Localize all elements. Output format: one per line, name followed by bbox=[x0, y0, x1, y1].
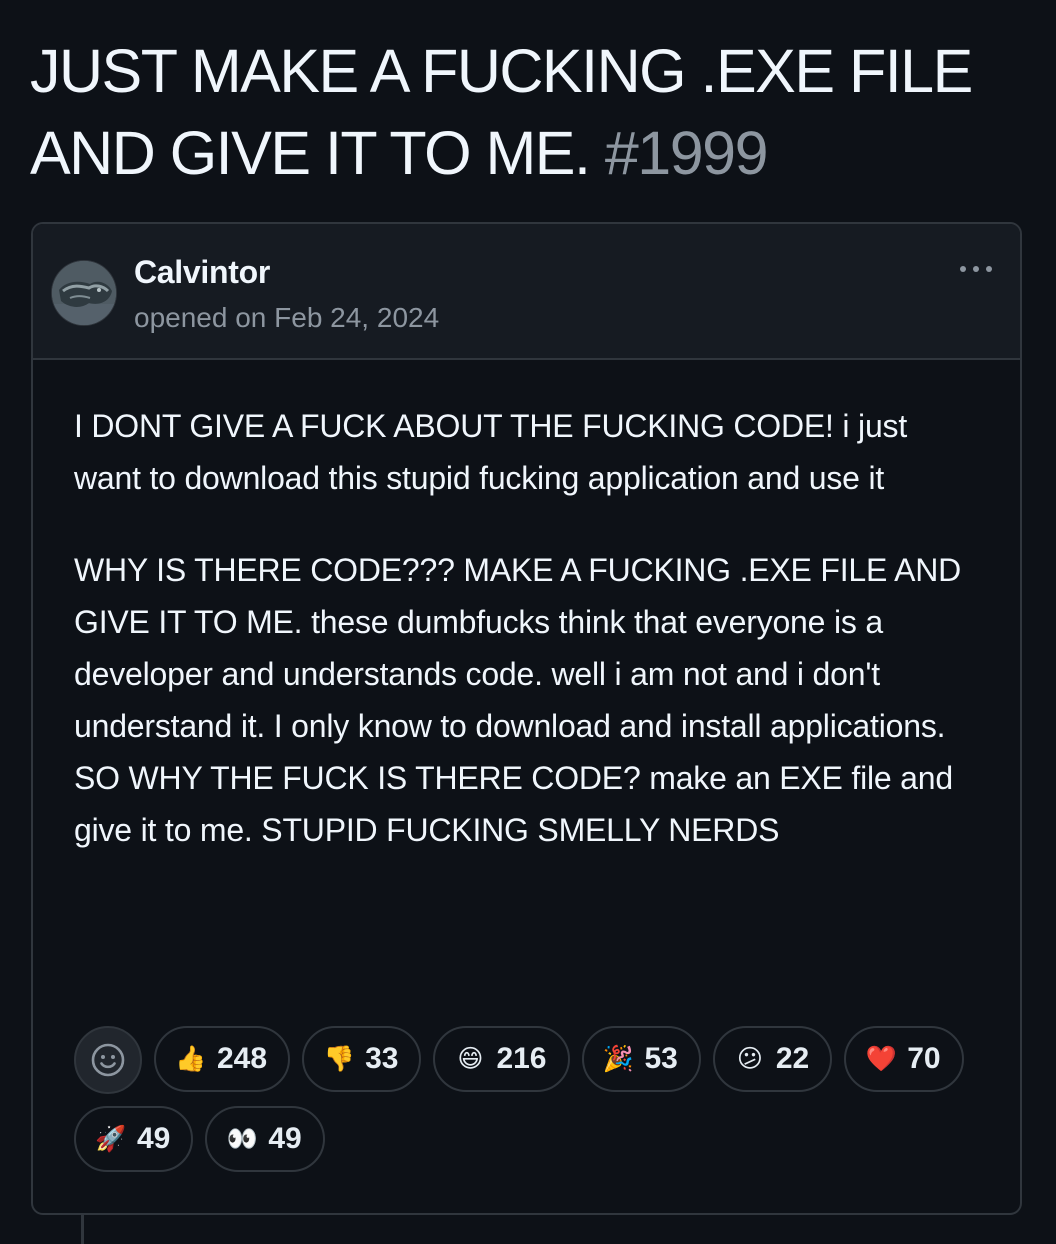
reaction-count: 70 bbox=[907, 1042, 941, 1075]
author-avatar[interactable] bbox=[52, 261, 116, 325]
comment-header: Calvintor opened on Feb 24, 2024 bbox=[33, 224, 1020, 360]
issue-title-text: JUST MAKE A FUCKING .EXE FILE AND GIVE I… bbox=[30, 37, 973, 187]
comment-paragraph: I DONT GIVE A FUCK ABOUT THE FUCKING COD… bbox=[74, 408, 908, 496]
options-dot bbox=[960, 266, 966, 272]
reaction-eyes[interactable]: 👀 49 bbox=[205, 1106, 325, 1172]
heart-icon: ❤️ bbox=[865, 1045, 897, 1073]
options-dot bbox=[986, 266, 992, 272]
timeline-connector bbox=[81, 1215, 84, 1244]
author-name[interactable]: Calvintor bbox=[134, 252, 270, 292]
thumbs-up-icon: 👍 bbox=[175, 1045, 207, 1073]
comment-paragraph: WHY IS THERE CODE??? MAKE A FUCKING .EXE… bbox=[74, 552, 962, 848]
reaction-count: 216 bbox=[496, 1042, 547, 1075]
opened-date: opened on Feb 24, 2024 bbox=[134, 302, 440, 333]
reaction-count: 248 bbox=[217, 1042, 268, 1075]
reaction-thumbs-up[interactable]: 👍 248 bbox=[154, 1026, 291, 1092]
confused-icon: 😕 bbox=[736, 1045, 763, 1073]
issue-number: #1999 bbox=[604, 119, 769, 187]
reaction-count: 49 bbox=[137, 1122, 171, 1155]
issue-comment: Calvintor opened on Feb 24, 2024 I DONT … bbox=[31, 222, 1022, 1215]
rocket-icon: 🚀 bbox=[95, 1125, 127, 1153]
hooray-icon: 🎉 bbox=[602, 1045, 635, 1073]
comment-body: I DONT GIVE A FUCK ABOUT THE FUCKING COD… bbox=[74, 400, 974, 896]
reaction-count: 53 bbox=[644, 1042, 678, 1075]
reaction-count: 49 bbox=[268, 1122, 302, 1155]
options-dot bbox=[973, 266, 979, 272]
eyes-icon: 👀 bbox=[226, 1125, 258, 1153]
thumbs-down-icon: 👎 bbox=[323, 1045, 355, 1073]
reaction-rocket[interactable]: 🚀 49 bbox=[74, 1106, 194, 1172]
reaction-heart[interactable]: ❤️ 70 bbox=[844, 1026, 964, 1092]
reaction-confused[interactable]: 😕 22 bbox=[712, 1026, 833, 1092]
laugh-icon: 😄 bbox=[457, 1045, 484, 1073]
more-options-icon[interactable] bbox=[954, 254, 998, 284]
reaction-count: 33 bbox=[365, 1042, 399, 1075]
reaction-count: 22 bbox=[775, 1042, 810, 1075]
reaction-hooray[interactable]: 🎉 53 bbox=[581, 1026, 701, 1092]
add-reaction-button[interactable] bbox=[74, 1026, 142, 1094]
issue-title: JUST MAKE A FUCKING .EXE FILE AND GIVE I… bbox=[30, 30, 1030, 194]
reaction-laugh[interactable]: 😄 216 bbox=[433, 1026, 570, 1092]
reaction-thumbs-down[interactable]: 👎 33 bbox=[302, 1026, 422, 1092]
smiley-icon bbox=[91, 1043, 125, 1077]
reactions-bar: 👍 248 👎 33 😄 216 🎉 53 😕 22 ❤️ 70 🚀 49 👀 bbox=[74, 1026, 994, 1172]
